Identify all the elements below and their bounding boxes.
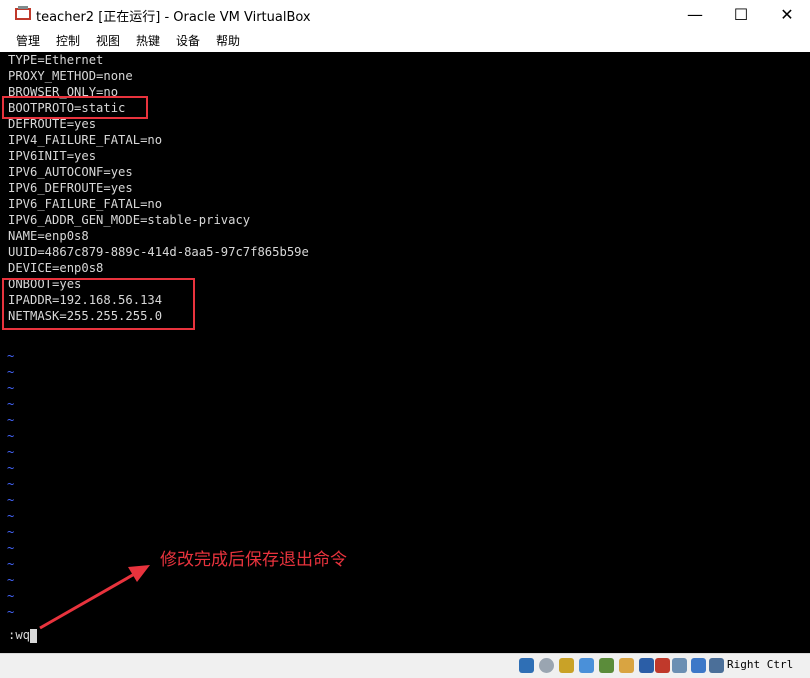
virtualbox-icon xyxy=(15,6,31,20)
bootproto-highlight-box xyxy=(2,96,148,119)
usb-icon[interactable] xyxy=(599,658,614,673)
empty-line-marker: ~ xyxy=(7,365,15,379)
host-key-label: Right Ctrl xyxy=(727,658,794,671)
close-button[interactable]: ✕ xyxy=(764,0,810,28)
title-bar[interactable]: teacher2 [正在运行] - Oracle VM VirtualBox —… xyxy=(0,0,810,28)
empty-line-marker: ~ xyxy=(7,509,15,523)
empty-line-marker: ~ xyxy=(7,557,15,571)
empty-line-marker: ~ xyxy=(7,525,15,539)
maximize-button[interactable]: ☐ xyxy=(718,0,764,28)
keyboard-icon[interactable] xyxy=(709,658,724,673)
empty-line-marker: ~ xyxy=(7,477,15,491)
empty-line-marker: ~ xyxy=(7,445,15,459)
config-line: UUID=4867c879-889c-414d-8aa5-97c7f865b59… xyxy=(8,245,309,259)
config-line: IPV4_FAILURE_FATAL=no xyxy=(8,133,163,147)
mouse-integration-icon[interactable] xyxy=(691,658,706,673)
config-line: IPV6_DEFROUTE=yes xyxy=(8,181,133,195)
empty-line-marker: ~ xyxy=(7,461,15,475)
vm-terminal[interactable]: TYPE=Ethernet PROXY_METHOD=none BROWSER_… xyxy=(0,52,810,653)
config-line: IPV6_AUTOCONF=yes xyxy=(8,165,133,179)
config-line: IPV6_ADDR_GEN_MODE=stable-privacy xyxy=(8,213,251,227)
ip-config-highlight-box xyxy=(2,278,195,330)
menu-manage[interactable]: 管理 xyxy=(16,32,40,49)
annotation-text: 修改完成后保存退出命令 xyxy=(160,550,347,570)
text-cursor xyxy=(30,628,38,643)
empty-line-marker: ~ xyxy=(7,541,15,555)
window-title: teacher2 [正在运行] - Oracle VM VirtualBox xyxy=(36,10,311,25)
optical-drive-icon[interactable] xyxy=(539,658,554,673)
empty-line-marker: ~ xyxy=(7,349,15,363)
hard-disk-icon[interactable] xyxy=(519,658,534,673)
empty-line-marker: ~ xyxy=(7,573,15,587)
vim-command-line[interactable]: :wq xyxy=(8,627,38,643)
config-line: IPV6_FAILURE_FATAL=no xyxy=(8,197,163,211)
network-icon[interactable] xyxy=(579,658,594,673)
menu-view[interactable]: 视图 xyxy=(96,32,120,49)
menu-hotkey[interactable]: 热键 xyxy=(136,32,160,49)
config-line: IPV6INIT=yes xyxy=(8,149,97,163)
virtualization-icon[interactable] xyxy=(672,658,687,673)
empty-line-marker: ~ xyxy=(7,429,15,443)
vim-command: :wq xyxy=(8,628,31,642)
empty-line-marker: ~ xyxy=(7,413,15,427)
config-line: TYPE=Ethernet xyxy=(8,53,104,67)
empty-line-marker: ~ xyxy=(7,381,15,395)
config-line: PROXY_METHOD=none xyxy=(8,69,133,83)
empty-line-marker: ~ xyxy=(7,493,15,507)
menu-bar: 管理 控制 视图 热键 设备 帮助 xyxy=(0,28,810,52)
menu-devices[interactable]: 设备 xyxy=(176,32,200,49)
shared-folder-icon[interactable] xyxy=(619,658,634,673)
empty-line-marker: ~ xyxy=(7,605,15,619)
status-bar: Right Ctrl xyxy=(0,653,810,678)
empty-line-marker: ~ xyxy=(7,397,15,411)
menu-help[interactable]: 帮助 xyxy=(216,32,240,49)
display-icon[interactable] xyxy=(639,658,654,673)
empty-line-marker: ~ xyxy=(7,589,15,603)
config-line: NAME=enp0s8 xyxy=(8,229,89,243)
menu-control[interactable]: 控制 xyxy=(56,32,80,49)
video-capture-icon[interactable] xyxy=(655,658,670,673)
audio-icon[interactable] xyxy=(559,658,574,673)
minimize-button[interactable]: — xyxy=(672,0,718,28)
config-line: DEVICE=enp0s8 xyxy=(8,261,104,275)
